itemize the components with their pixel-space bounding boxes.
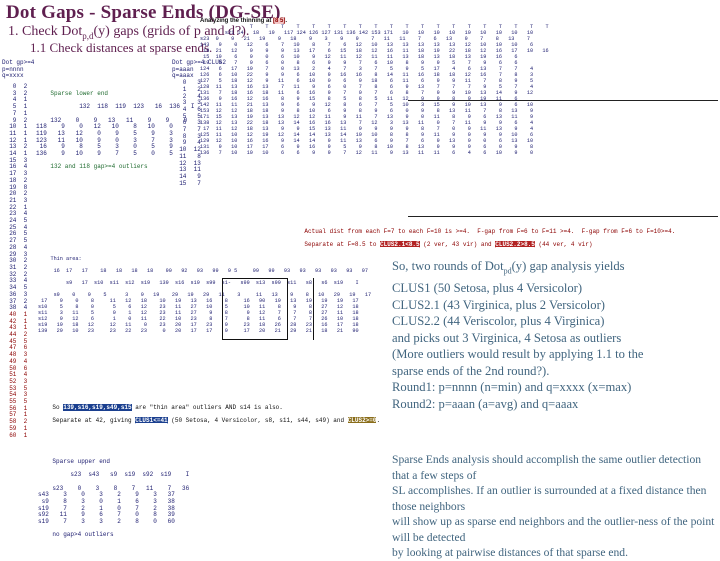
conclusion-line-9: Round2: p=aaan (a=avg) and q=aaax: [392, 396, 579, 411]
thin-area-matrix: Thin area: 16 17 17 18 18 18 18 90 92 93…: [38, 250, 371, 346]
dot-gp-header: Dot gp>=4 p=nnnn q=xxxx: [2, 59, 35, 80]
conclusion-line-6: (More outliers would result by applying …: [392, 347, 644, 362]
grid-rule-top: [408, 100, 718, 101]
thin-note-l2-b: (50 Setosa, 4 Versicolor, s8, s11, s44, …: [167, 417, 348, 425]
summary-line-2: SL accomplishes. If an outlier is surrou…: [392, 484, 707, 513]
conclusion-line-7: sparse ends of the 2nd round?).: [392, 363, 550, 378]
clus1-label: CLUS1<=41: [135, 417, 168, 425]
sparse-lower-rows: 132 0 9 13 11 9 9 0 118 9 0 12 10 8 10 0…: [36, 117, 187, 158]
conclusion-text-block: So, two rounds of Dotpd(y) gap analysis …: [392, 258, 714, 412]
conclusion-line-2: CLUS1 (50 Setosa, plus 4 Versicolor): [392, 281, 583, 296]
bullet-1-text-a: 1. Check Dot: [8, 24, 83, 39]
summary-line-1: Sparse Ends analysis should accomplish t…: [392, 453, 702, 482]
thin-area-header-1: 16 17 17 18 18 18 18 90 92 93 99 9 5 99 …: [50, 268, 368, 274]
thin-note-l2-c: .: [376, 417, 381, 425]
matrix-row: s19 7 3 3 2 8 0 60: [38, 518, 175, 526]
sparse-upper-end-matrix: Sparse upper end s23 s43 s9 s19 s92 s19 …: [38, 452, 189, 546]
sparse-lower-note: 132 and 118 gap>=4 outliers: [50, 163, 148, 171]
list-item: 60 1: [2, 431, 28, 439]
gap-count-list: 0 2 3 2 4 1 5 1 7 1 9 2 10 1 11 1 12 1 1…: [2, 83, 28, 439]
grid-rule-bottom: [408, 216, 718, 217]
conclusion-l1-b: (y) gap analysis yields: [511, 259, 625, 273]
grid-note: Actual dist from each F=7 to each F=10 i…: [290, 222, 675, 256]
grid-note-l2-b: (2 ver, 43 vir) and: [419, 241, 496, 249]
summary-line-3: will show up as sparse end neighbors and…: [392, 515, 715, 544]
thin-note-l1-a: So: [52, 403, 64, 411]
conclusion-line-3: CLUS2.1 (43 Virginica, plus 2 Versicolor…: [392, 297, 605, 312]
thin-area-highlight-box: [222, 278, 288, 340]
sparse-upper-rows: s23 0 3 8 7 11 7 36 s43 3 0 3 2 9 3 37 s…: [38, 485, 189, 526]
summary-text-block: Sparse Ends analysis should accomplish t…: [392, 452, 716, 561]
thin-note-l2-a: Separate at 42, giving: [52, 417, 136, 425]
clus22-label: CLUS2.2>8.5: [495, 241, 535, 249]
conclusion-l1-a: So, two rounds of Dot: [392, 259, 504, 273]
thin-note-outliers: 139,s16,s19,s49,s15: [63, 403, 132, 411]
distance-grid-rows: T T T T T T T T T T T T T T T T T T T T …: [200, 24, 549, 156]
sparse-lower-end-matrix: Sparse lower end 132 118 119 123 16 136 …: [36, 84, 194, 178]
thin-area-highlight-divider: [313, 278, 314, 340]
grid-note-l2-c: (44 ver, 4 vir): [534, 241, 593, 249]
conclusion-l1-subscript: pd: [503, 266, 512, 276]
clus2-label: CLUS2>=0: [347, 417, 377, 425]
conclusion-line-5: and picks out 3 Virginica, 4 Setosa as o…: [392, 330, 622, 345]
sparse-lower-caption: Sparse lower end: [50, 89, 109, 97]
matrix-row: 136 7 10 10 10 6 6 9 9 7 12 11 9 13 11 1…: [200, 150, 534, 156]
matrix-row: 136 9 10 9 7 5 0 5: [36, 150, 173, 158]
grid-note-l1: Actual dist from each F=7 to each F=10 i…: [304, 227, 676, 235]
summary-line-4: by looking at pairwise distances of that…: [392, 546, 629, 559]
clus2-column-line: 15 7: [172, 179, 201, 187]
thin-area-rows: s9 0 9 5 3 9 19 29 19 29 11 3 11 13 9 8 …: [38, 292, 371, 334]
conclusion-line-8: Round1: p=nnnn (n=min) and q=xxxx (x=max…: [392, 380, 632, 395]
thin-area-note: So 139,s16,s19,s49,s15 are "thin area" o…: [38, 398, 380, 432]
sparse-upper-note: no gap>4 outliers: [52, 531, 114, 539]
thin-area-caption: Thin area:: [50, 256, 82, 262]
grid-note-l2-a: Separate at F=8.5 to: [304, 241, 381, 249]
slide-canvas: Dot Gaps - Sparse Ends (DG-SE) 1. Check …: [0, 0, 720, 559]
conclusion-line-4: CLUS2.2 (44 Veriscolor, plus 4 Virginica…: [392, 314, 605, 329]
sparse-upper-caption: Sparse upper end: [52, 457, 111, 465]
clus21-label: CLUS2.1<8.5: [380, 241, 420, 249]
conclusion-line-1: So, two rounds of Dotpd(y) gap analysis …: [392, 258, 714, 280]
distance-grid: T T T T T T T T T T T T T T T T T T T T …: [200, 18, 549, 168]
sparse-upper-header: s23 s43 s9 s19 s92 s19 I: [52, 471, 190, 479]
matrix-row: 139 29 10 23 23 22 23 0 20 17 17 9 17 20…: [38, 328, 359, 334]
thin-note-l1-b: are "thin area" outliers AND s14 is also…: [131, 403, 283, 411]
